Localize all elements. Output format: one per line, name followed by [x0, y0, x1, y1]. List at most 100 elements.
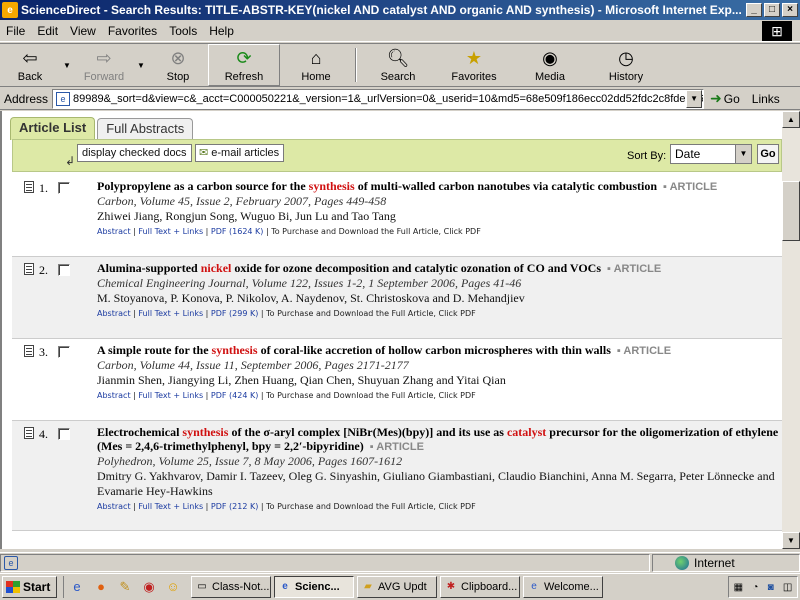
address-bar: Address e 89989&_sort=d&view=c&_acct=C00…: [0, 88, 800, 110]
pdf-link[interactable]: PDF (212 K): [211, 502, 258, 511]
media-label: Media: [535, 71, 565, 83]
search-button[interactable]: 🔍︎ Search: [360, 44, 436, 86]
stop-icon: ⊗: [170, 47, 186, 68]
stop-label: Stop: [166, 71, 190, 83]
result-title-link[interactable]: Alumina-supported nickel oxide for ozone…: [97, 261, 779, 276]
task-label: Class-Not...: [212, 581, 270, 593]
result-body: A simple route for the synthesis of cora…: [97, 343, 779, 402]
firefox-quicklaunch-icon[interactable]: ●: [92, 578, 110, 596]
task-label: AVG Updt: [378, 581, 427, 593]
stop-button[interactable]: ⊗ Stop: [148, 44, 208, 86]
result-checkbox[interactable]: [58, 182, 70, 194]
title-text: of the σ-aryl complex [NiBr(Mes)(bpy)] a…: [228, 425, 507, 439]
home-button[interactable]: ⌂ Home: [280, 44, 352, 86]
page-content: Article List Full Abstracts ↲ display ch…: [0, 111, 782, 549]
address-input[interactable]: e 89989&_sort=d&view=c&_acct=C000050221&…: [52, 88, 705, 109]
task-class-notes[interactable]: ▭ Class-Not...: [191, 576, 271, 598]
row-divider: [12, 530, 782, 531]
maximize-button[interactable]: □: [764, 3, 780, 17]
document-icon: [24, 181, 34, 193]
purchase-note: To Purchase and Download the Full Articl…: [271, 227, 481, 236]
result-title-link[interactable]: Polypropylene as a carbon source for the…: [97, 179, 779, 194]
globe-icon: [675, 555, 689, 570]
task-welcome[interactable]: e Welcome...: [523, 576, 603, 598]
result-title-link[interactable]: A simple route for the synthesis of cora…: [97, 343, 779, 358]
purchase-note: To Purchase and Download the Full Articl…: [266, 502, 476, 511]
tray-network-icon[interactable]: ◫: [783, 582, 792, 593]
result-authors: Zhiwei Jiang, Rongjun Song, Wuguo Bi, Ju…: [97, 209, 396, 223]
media-button[interactable]: ◉ Media: [512, 44, 588, 86]
tab-full-abstracts[interactable]: Full Abstracts: [97, 118, 194, 140]
security-zone: Internet: [652, 553, 800, 572]
ie-quicklaunch-icon[interactable]: e: [68, 578, 86, 596]
vertical-scrollbar[interactable]: ▲ ▼: [782, 111, 800, 549]
go-button[interactable]: ➜ Go: [710, 90, 740, 107]
full-text-link[interactable]: Full Text + Links: [138, 502, 203, 511]
forward-dropdown-arrow[interactable]: ▼: [134, 44, 148, 86]
forward-button[interactable]: ⇨ Forward: [74, 44, 134, 86]
search-term-highlight: nickel: [200, 261, 232, 275]
menu-edit[interactable]: Edit: [31, 24, 64, 38]
ie-app-icon[interactable]: e: [2, 2, 18, 18]
start-button[interactable]: Start: [2, 576, 57, 598]
abstract-link[interactable]: Abstract: [97, 391, 131, 400]
tray-antivirus-icon[interactable]: ◙: [768, 582, 774, 593]
back-button[interactable]: ⇦ Back: [0, 44, 60, 86]
pdf-link[interactable]: PDF (1624 K): [211, 227, 264, 236]
scroll-thumb[interactable]: [782, 181, 800, 241]
menu-help[interactable]: Help: [203, 24, 240, 38]
full-text-link[interactable]: Full Text + Links: [138, 227, 203, 236]
back-dropdown-arrow[interactable]: ▼: [60, 44, 74, 86]
tab-article-list[interactable]: Article List: [10, 117, 96, 140]
email-articles-button[interactable]: ✉ e-mail articles: [195, 144, 285, 162]
minimize-button[interactable]: _: [746, 3, 762, 17]
result-checkbox[interactable]: [58, 264, 70, 276]
scroll-up-arrow[interactable]: ▲: [782, 111, 800, 128]
refresh-icon: ⟳: [236, 47, 252, 68]
address-dropdown-arrow[interactable]: ▼: [686, 89, 703, 108]
sort-go-button[interactable]: Go: [757, 144, 779, 164]
close-button[interactable]: ×: [782, 3, 798, 17]
view-tabs: Article List Full Abstracts: [10, 117, 195, 140]
tool-quicklaunch-icon[interactable]: ✎: [116, 578, 134, 596]
sort-select[interactable]: Date ▼: [670, 144, 752, 164]
result-journal: Carbon, Volume 45, Issue 2, February 200…: [97, 194, 387, 208]
display-checked-docs-button[interactable]: display checked docs: [77, 144, 192, 162]
scroll-down-arrow[interactable]: ▼: [782, 532, 800, 549]
menu-view[interactable]: View: [64, 24, 102, 38]
smiley-quicklaunch-icon[interactable]: ☺: [164, 578, 182, 596]
task-avg-update[interactable]: ▰ AVG Updt: [357, 576, 437, 598]
forward-arrow-icon: ⇨: [96, 47, 112, 68]
task-label: Welcome...: [544, 581, 599, 593]
pdf-link[interactable]: PDF (424 K): [211, 391, 258, 400]
links-toolbar[interactable]: Links: [752, 92, 780, 106]
result-checkbox[interactable]: [58, 428, 70, 440]
title-text: of coral-like accretion of hollow carbon…: [257, 343, 611, 357]
menu-file[interactable]: File: [0, 24, 31, 38]
media-quicklaunch-icon[interactable]: ◉: [140, 578, 158, 596]
result-checkbox[interactable]: [58, 346, 70, 358]
refresh-button[interactable]: ⟳ Refresh: [208, 44, 280, 86]
task-sciencedirect[interactable]: e Scienc...: [274, 576, 354, 598]
pdf-link[interactable]: PDF (299 K): [211, 309, 258, 318]
tray-volume-icon[interactable]: ◔: [752, 582, 758, 593]
search-term-highlight: synthesis: [308, 179, 355, 193]
curl-arrow-icon: ↲: [65, 154, 76, 168]
favorites-button[interactable]: ★ Favorites: [436, 44, 512, 86]
address-url: 89989&_sort=d&view=c&_acct=C000050221&_v…: [73, 92, 705, 105]
menu-favorites[interactable]: Favorites: [102, 24, 163, 38]
full-text-link[interactable]: Full Text + Links: [138, 391, 203, 400]
menu-tools[interactable]: Tools: [163, 24, 203, 38]
full-text-link[interactable]: Full Text + Links: [138, 309, 203, 318]
abstract-link[interactable]: Abstract: [97, 227, 131, 236]
task-clipboard[interactable]: ✱ Clipboard...: [440, 576, 520, 598]
result-links: Abstract | Full Text + Links | PDF (212 …: [97, 502, 476, 511]
result-title-link[interactable]: Electrochemical synthesis of the σ-aryl …: [97, 425, 779, 454]
toolbar: ⇦ Back ▼ ⇨ Forward ▼ ⊗ Stop ⟳ Refresh ⌂ …: [0, 43, 800, 87]
title-text: A simple route for the: [97, 343, 212, 357]
result-number: 2.: [39, 263, 48, 277]
abstract-link[interactable]: Abstract: [97, 502, 131, 511]
history-button[interactable]: ◷ History: [588, 44, 664, 86]
abstract-link[interactable]: Abstract: [97, 309, 131, 318]
tray-app-icon[interactable]: ▦: [734, 582, 743, 593]
